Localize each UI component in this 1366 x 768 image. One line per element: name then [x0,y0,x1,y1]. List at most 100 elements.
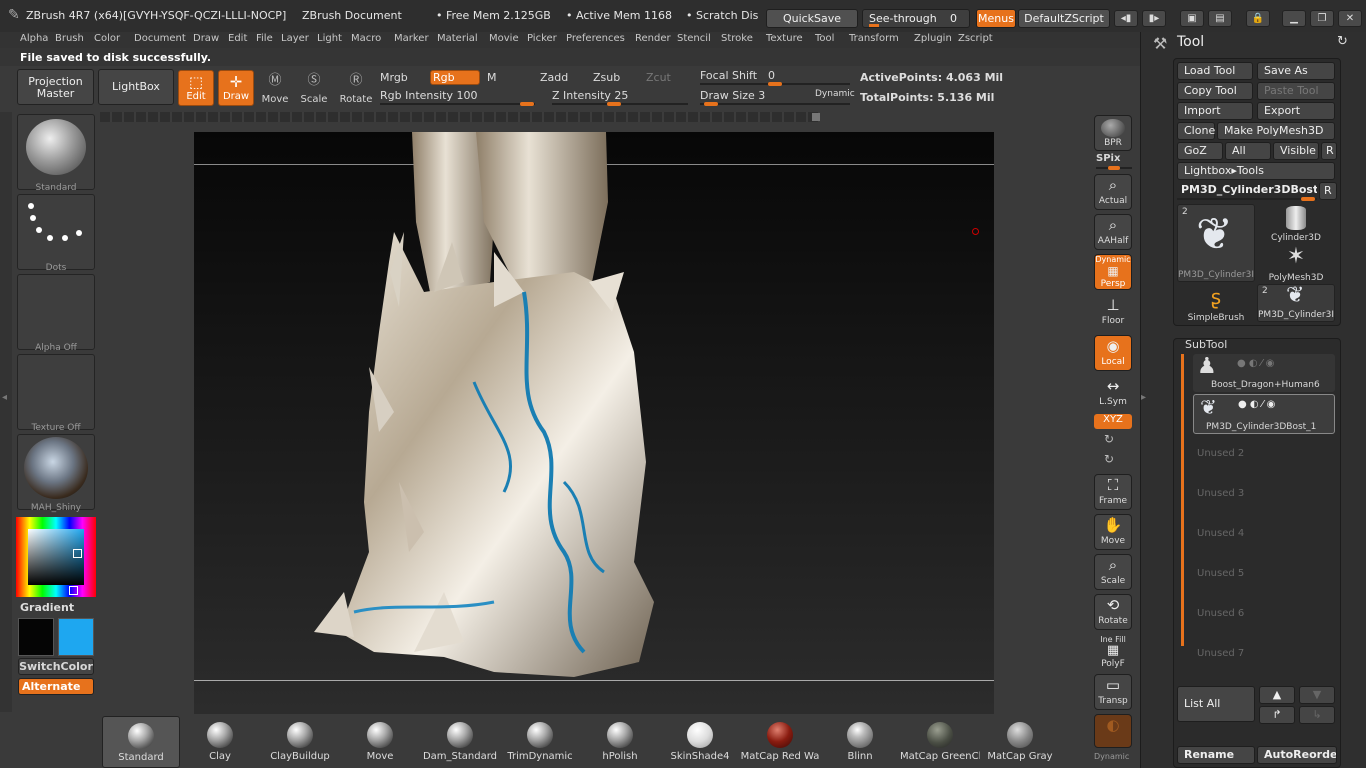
menu-material[interactable]: Material [437,33,478,44]
brush-slot-clay[interactable]: Clay [180,716,260,768]
material-slot-matcap-red-wax[interactable]: MatCap Red Wa [740,716,820,768]
transp-button[interactable]: ▭ Transp [1094,674,1132,710]
scroll-right-icon[interactable]: ▮▸ [1142,10,1166,27]
subtool-item-0[interactable]: ♟ ● ◐ ⁄ ◉ Boost_Dragon+Human6 [1193,354,1335,392]
shelf-handle[interactable] [812,113,820,121]
see-through-slider[interactable]: See-through 0 [862,9,970,28]
tool-thumb-cylinder[interactable]: Cylinder3D [1257,204,1335,243]
arrow-down-right-icon[interactable]: ↳ [1299,706,1335,724]
brush-slot-move[interactable]: Move [340,716,420,768]
mrgb-toggle[interactable]: Mrgb [380,71,408,84]
brush-slot-hpolish[interactable]: hPolish [580,716,660,768]
lock-icon[interactable]: 🔒 [1246,10,1270,27]
material-slot-blinn[interactable]: Blinn [820,716,900,768]
dynamic-toggle[interactable]: Dynamic [815,89,855,99]
document-canvas[interactable] [194,132,994,714]
menus-button[interactable]: Menus [976,9,1016,28]
bpr-button[interactable]: BPR [1094,115,1132,151]
current-tool-r-button[interactable]: R [1319,182,1337,200]
z-intensity-slider[interactable] [552,102,688,106]
brush-slot-claybuildup[interactable]: ClayBuildup [260,716,340,768]
material-slot-matcap-greenclay[interactable]: MatCap GreenCla [900,716,980,768]
subtool-toggles-icon-1[interactable]: ● ◐ ⁄ ◉ [1238,399,1275,410]
list-all-button[interactable]: List All [1177,686,1255,722]
make-polymesh-button[interactable]: Make PolyMesh3D [1217,122,1335,140]
menu-marker[interactable]: Marker [394,33,429,44]
brush-slot-trimdynamic[interactable]: TrimDynamic [500,716,580,768]
menu-stroke[interactable]: Stroke [721,33,753,44]
quicksave-button[interactable]: QuickSave [766,9,858,28]
edit-mode-button[interactable]: ⬚ Edit [178,70,214,106]
material-slot-matcap-gray[interactable]: MatCap Gray [980,716,1060,768]
menu-zscript[interactable]: Zscript [958,33,993,44]
menu-tool[interactable]: Tool [815,33,834,44]
stroke-picker[interactable]: Dots [17,194,95,273]
alternate-button[interactable]: Alternate [18,678,94,695]
tool-thumb-pm3d[interactable]: 2 ❦ PM3D_Cylinder3I [1177,204,1255,282]
menu-document[interactable]: Document [134,33,186,44]
tool-thumb-pm3d-2[interactable]: 2 ❦ PM3D_Cylinder3I [1257,283,1335,322]
rotate-mode-button[interactable]: Ⓡ Rotate [338,70,374,106]
clone-button[interactable]: Clone [1177,122,1215,140]
tile-window-icon[interactable]: ▣ [1180,10,1204,27]
maximize-icon[interactable]: ❐ [1310,10,1334,27]
move-down-icon[interactable]: ▼ [1299,686,1335,704]
scroll-left-icon[interactable]: ◂▮ [1114,10,1138,27]
menu-draw[interactable]: Draw [193,33,219,44]
gradient-label[interactable]: Gradient [20,601,74,614]
import-button[interactable]: Import [1177,102,1253,120]
zadd-toggle[interactable]: Zadd [540,71,568,84]
menu-edit[interactable]: Edit [228,33,247,44]
export-button[interactable]: Export [1257,102,1335,120]
material-picker[interactable]: MAH_Shiny [17,434,95,513]
menu-light[interactable]: Light [317,33,342,44]
goz-all-button[interactable]: All [1225,142,1271,160]
m-toggle[interactable]: M [487,71,497,84]
menu-movie[interactable]: Movie [489,33,519,44]
move-view-button[interactable]: ✋ Move [1094,514,1132,550]
ghost-button[interactable]: ◐ [1094,714,1132,748]
persp-button[interactable]: Dynamic ▦ Persp [1094,254,1132,290]
menu-brush[interactable]: Brush [55,33,84,44]
scale-view-button[interactable]: ⌕ Scale [1094,554,1132,590]
rename-button[interactable]: Rename [1177,746,1255,764]
lsym-button[interactable]: ↔ L.Sym [1094,375,1132,411]
refresh-icon[interactable]: ↻ [1337,34,1348,49]
goz-r-button[interactable]: R [1321,142,1337,160]
local-button[interactable]: ◉ Local [1094,335,1132,371]
draw-size-slider[interactable] [700,102,850,106]
zsub-toggle[interactable]: Zsub [593,71,620,84]
alpha-picker[interactable]: Alpha Off [17,274,95,353]
save-as-button[interactable]: Save As [1257,62,1335,80]
rotate-view-button[interactable]: ⟲ Rotate [1094,594,1132,630]
load-tool-button[interactable]: Load Tool [1177,62,1253,80]
lightbox-button[interactable]: LightBox [98,69,174,105]
default-zscript-button[interactable]: DefaultZScript [1018,9,1110,28]
primary-color-swatch[interactable] [18,618,54,656]
menu-alpha[interactable]: Alpha [20,33,48,44]
material-slot-skinshade4[interactable]: SkinShade4 [660,716,740,768]
scale-mode-button[interactable]: Ⓢ Scale [297,70,331,106]
rotate-z-icon[interactable]: ↻ [1104,452,1114,466]
goz-visible-button[interactable]: Visible [1273,142,1319,160]
lightbox-tools-button[interactable]: Lightbox▸Tools [1177,162,1335,180]
focal-shift-slider[interactable] [700,82,850,86]
menu-transform[interactable]: Transform [849,33,899,44]
xyz-button[interactable]: XYZ [1094,414,1132,429]
minimize-icon[interactable]: ▁ [1282,10,1306,27]
menu-picker[interactable]: Picker [527,33,557,44]
frame-button[interactable]: ⛶ Frame [1094,474,1132,510]
menu-preferences[interactable]: Preferences [566,33,625,44]
zcut-toggle[interactable]: Zcut [646,71,671,84]
tool-thumb-simplebrush[interactable]: ʂ SimpleBrush [1177,284,1255,323]
menu-stencil[interactable]: Stencil [677,33,711,44]
menu-render[interactable]: Render [635,33,671,44]
floor-button[interactable]: ⊥ Floor [1094,294,1132,330]
menu-zplugin[interactable]: Zplugin [914,33,952,44]
menu-texture[interactable]: Texture [766,33,803,44]
texture-picker[interactable]: Texture Off [17,354,95,433]
arrow-up-right-icon[interactable]: ↱ [1259,706,1295,724]
tool-thumb-polymesh[interactable]: ✶ PolyMesh3D [1257,244,1335,283]
menu-color[interactable]: Color [94,33,120,44]
draw-mode-button[interactable]: ✛ Draw [218,70,254,106]
